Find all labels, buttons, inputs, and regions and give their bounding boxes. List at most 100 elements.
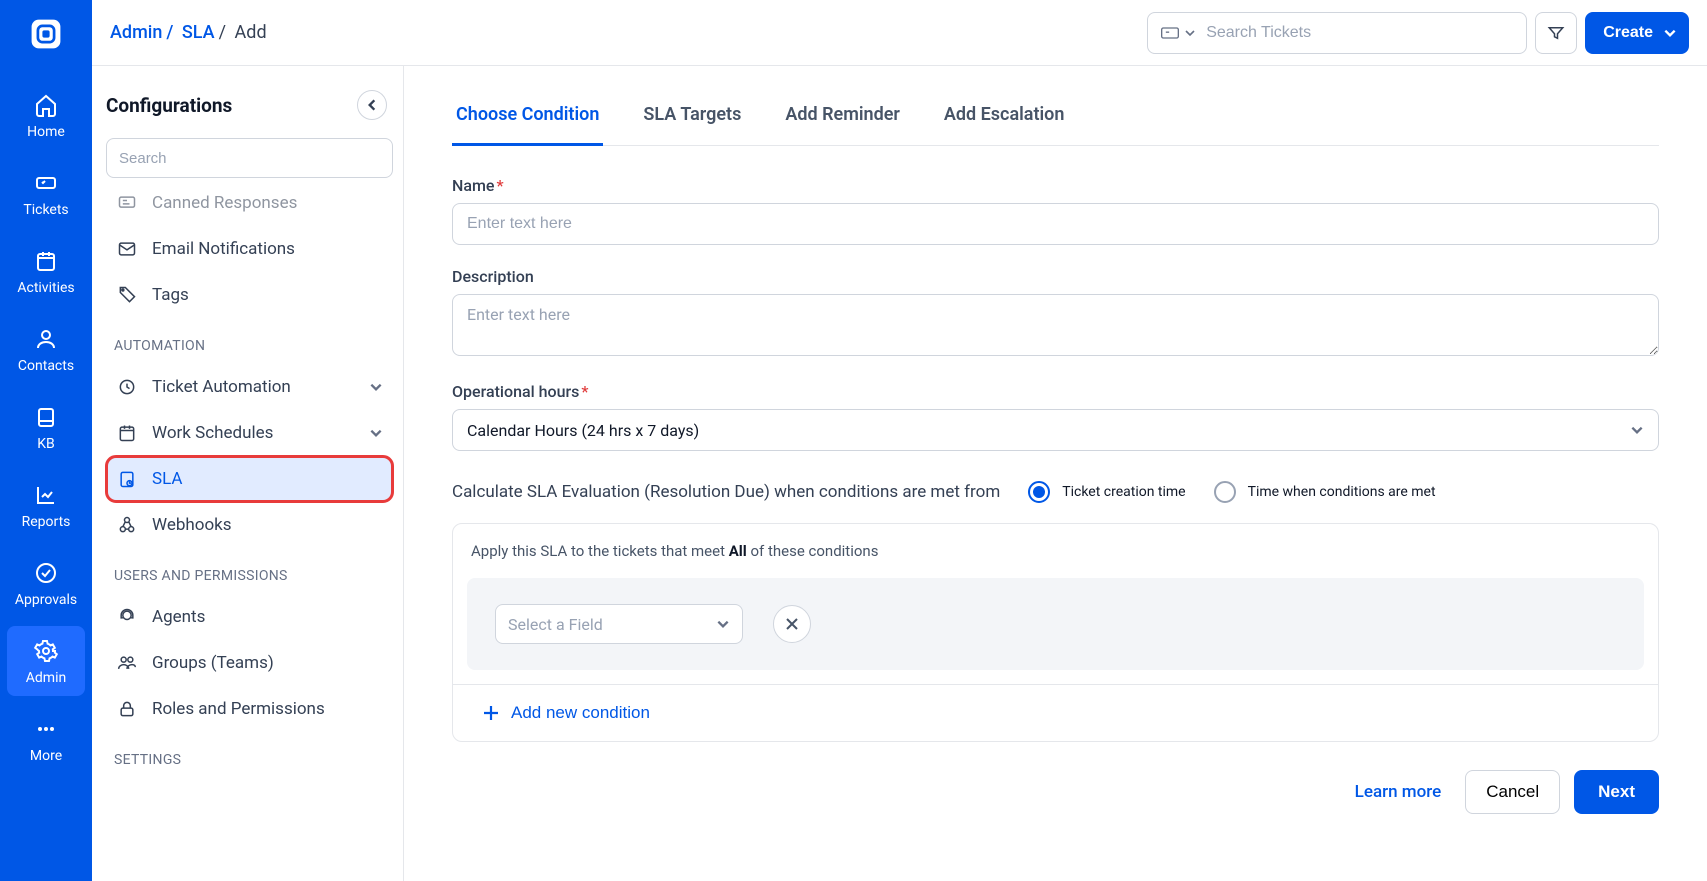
sidebar-item-label: Canned Responses (152, 193, 297, 213)
learn-more-link[interactable]: Learn more (1355, 782, 1442, 802)
nav-tickets[interactable]: Tickets (7, 158, 85, 228)
sidebar-item-label: Email Notifications (152, 239, 295, 259)
app-logo[interactable] (24, 12, 68, 56)
add-condition-button[interactable]: Add new condition (481, 703, 650, 723)
remove-condition-button[interactable] (773, 605, 811, 643)
next-button[interactable]: Next (1574, 770, 1659, 814)
sidebar-item-roles[interactable]: Roles and Permissions (106, 686, 393, 732)
chevron-down-icon (716, 617, 730, 631)
search-scope-icon[interactable] (1160, 25, 1196, 41)
conditions-header: Apply this SLA to the tickets that meet … (453, 524, 1658, 572)
sidebar-item-work-schedules[interactable]: Work Schedules (106, 410, 393, 456)
close-icon (784, 616, 800, 632)
nav-label: More (30, 748, 62, 764)
tab-choose-condition[interactable]: Choose Condition (452, 94, 603, 146)
nav-label: KB (37, 436, 55, 452)
select-placeholder: Select a Field (508, 615, 603, 634)
radio-conditions-met[interactable]: Time when conditions are met (1214, 481, 1436, 503)
sidebar-item-ticket-automation[interactable]: Ticket Automation (106, 364, 393, 410)
name-label: Name* (452, 176, 1659, 195)
description-input[interactable] (452, 294, 1659, 356)
nav-activities[interactable]: Activities (7, 236, 85, 306)
sidebar-item-label: Work Schedules (152, 423, 273, 443)
group-users-label: USERS AND PERMISSIONS (106, 548, 393, 594)
radio-text: Ticket creation time (1062, 484, 1185, 500)
nav-kb[interactable]: KB (7, 392, 85, 462)
chevron-down-icon (369, 380, 383, 394)
breadcrumb-current: Add (235, 22, 267, 43)
radio-ticket-creation[interactable]: Ticket creation time (1028, 481, 1185, 503)
filter-button[interactable] (1535, 12, 1577, 54)
tab-add-reminder[interactable]: Add Reminder (781, 94, 904, 146)
cancel-button[interactable]: Cancel (1465, 770, 1560, 814)
hours-label: Operational hours* (452, 382, 1659, 401)
nav-label: Admin (26, 670, 66, 686)
sidebar-item-tags[interactable]: Tags (106, 272, 393, 318)
group-automation-label: AUTOMATION (106, 318, 393, 364)
create-label: Create (1603, 24, 1653, 42)
nav-reports[interactable]: Reports (7, 470, 85, 540)
chevron-down-icon (1663, 26, 1677, 40)
sidebar-item-webhooks[interactable]: Webhooks (106, 502, 393, 548)
groups-icon (116, 652, 138, 674)
tickets-icon (33, 170, 59, 196)
left-nav: Home Tickets Activities Contacts KB Repo… (0, 0, 92, 881)
chevron-left-icon (365, 98, 379, 112)
tab-add-escalation[interactable]: Add Escalation (940, 94, 1069, 146)
condition-row: Select a Field (467, 578, 1644, 670)
approvals-icon (33, 560, 59, 586)
nav-label: Tickets (23, 202, 68, 218)
nav-label: Contacts (18, 358, 74, 374)
sidebar-item-sla[interactable]: SLA (106, 456, 393, 502)
breadcrumb-sla[interactable]: SLA (182, 22, 215, 43)
kb-icon (33, 404, 59, 430)
chevron-down-icon (1184, 27, 1196, 39)
more-icon (33, 716, 59, 742)
sidebar-item-label: SLA (152, 469, 183, 489)
search-tickets-wrapper[interactable] (1147, 12, 1527, 54)
description-label: Description (452, 267, 1659, 286)
tab-sla-targets[interactable]: SLA Targets (639, 94, 745, 146)
plus-icon (481, 703, 501, 723)
conditions-panel: Apply this SLA to the tickets that meet … (452, 523, 1659, 742)
agents-icon (116, 606, 138, 628)
name-input[interactable] (452, 203, 1659, 245)
radio-icon (1214, 481, 1236, 503)
nav-admin[interactable]: Admin (7, 626, 85, 696)
nav-label: Activities (17, 280, 74, 296)
nav-approvals[interactable]: Approvals (7, 548, 85, 618)
filter-icon (1547, 24, 1565, 42)
radio-icon (1028, 481, 1050, 503)
calc-label: Calculate SLA Evaluation (Resolution Due… (452, 482, 1000, 502)
create-button[interactable]: Create (1585, 12, 1689, 54)
select-value: Calendar Hours (24 hrs x 7 days) (467, 421, 699, 440)
search-tickets-input[interactable] (1206, 24, 1514, 42)
breadcrumb-admin[interactable]: Admin (110, 22, 162, 43)
condition-field-select[interactable]: Select a Field (495, 604, 743, 644)
home-icon (33, 92, 59, 118)
admin-icon (33, 638, 59, 664)
tag-icon (116, 284, 138, 306)
mail-icon (116, 238, 138, 260)
sidebar-item-email-notifications[interactable]: Email Notifications (106, 226, 393, 272)
schedule-icon (116, 422, 138, 444)
config-search-input[interactable] (106, 138, 393, 178)
sidebar-item-label: Groups (Teams) (152, 653, 274, 673)
sidebar-item-canned-responses[interactable]: Canned Responses (106, 180, 393, 226)
nav-more[interactable]: More (7, 704, 85, 774)
reports-icon (33, 482, 59, 508)
tabs: Choose Condition SLA Targets Add Reminde… (452, 94, 1659, 146)
sidebar-item-agents[interactable]: Agents (106, 594, 393, 640)
nav-label: Approvals (15, 592, 77, 608)
sidebar-item-groups[interactable]: Groups (Teams) (106, 640, 393, 686)
nav-label: Reports (22, 514, 71, 530)
contacts-icon (33, 326, 59, 352)
sidebar-item-label: Tags (152, 285, 189, 305)
nav-home[interactable]: Home (7, 80, 85, 150)
sidebar-item-label: Webhooks (152, 515, 232, 535)
operational-hours-select[interactable]: Calendar Hours (24 hrs x 7 days) (452, 409, 1659, 451)
lock-icon (116, 698, 138, 720)
collapse-sidebar-button[interactable] (357, 90, 387, 120)
group-settings-label: SETTINGS (106, 732, 393, 778)
nav-contacts[interactable]: Contacts (7, 314, 85, 384)
